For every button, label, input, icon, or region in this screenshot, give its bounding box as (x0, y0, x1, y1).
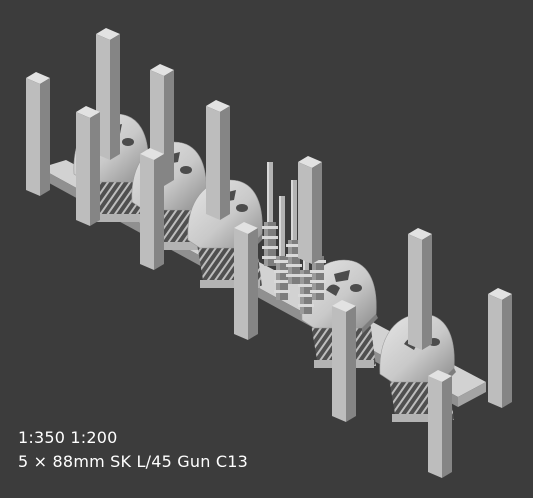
gun-barrel (262, 162, 278, 266)
sprue-post (140, 148, 164, 270)
sprue-post (298, 156, 322, 264)
sprue-post (26, 72, 50, 196)
model-render (26, 28, 512, 478)
sprue-post (206, 100, 230, 220)
sprue-post (332, 300, 356, 422)
sprue-post (408, 228, 432, 350)
sprue-post (234, 222, 258, 340)
sprue-post (428, 370, 452, 478)
sprue-post (76, 106, 100, 226)
product-title: 5 × 88mm SK L/45 Gun C13 (18, 452, 248, 471)
sprue-post (488, 288, 512, 408)
scale-caption: 1:350 1:200 (18, 428, 118, 447)
